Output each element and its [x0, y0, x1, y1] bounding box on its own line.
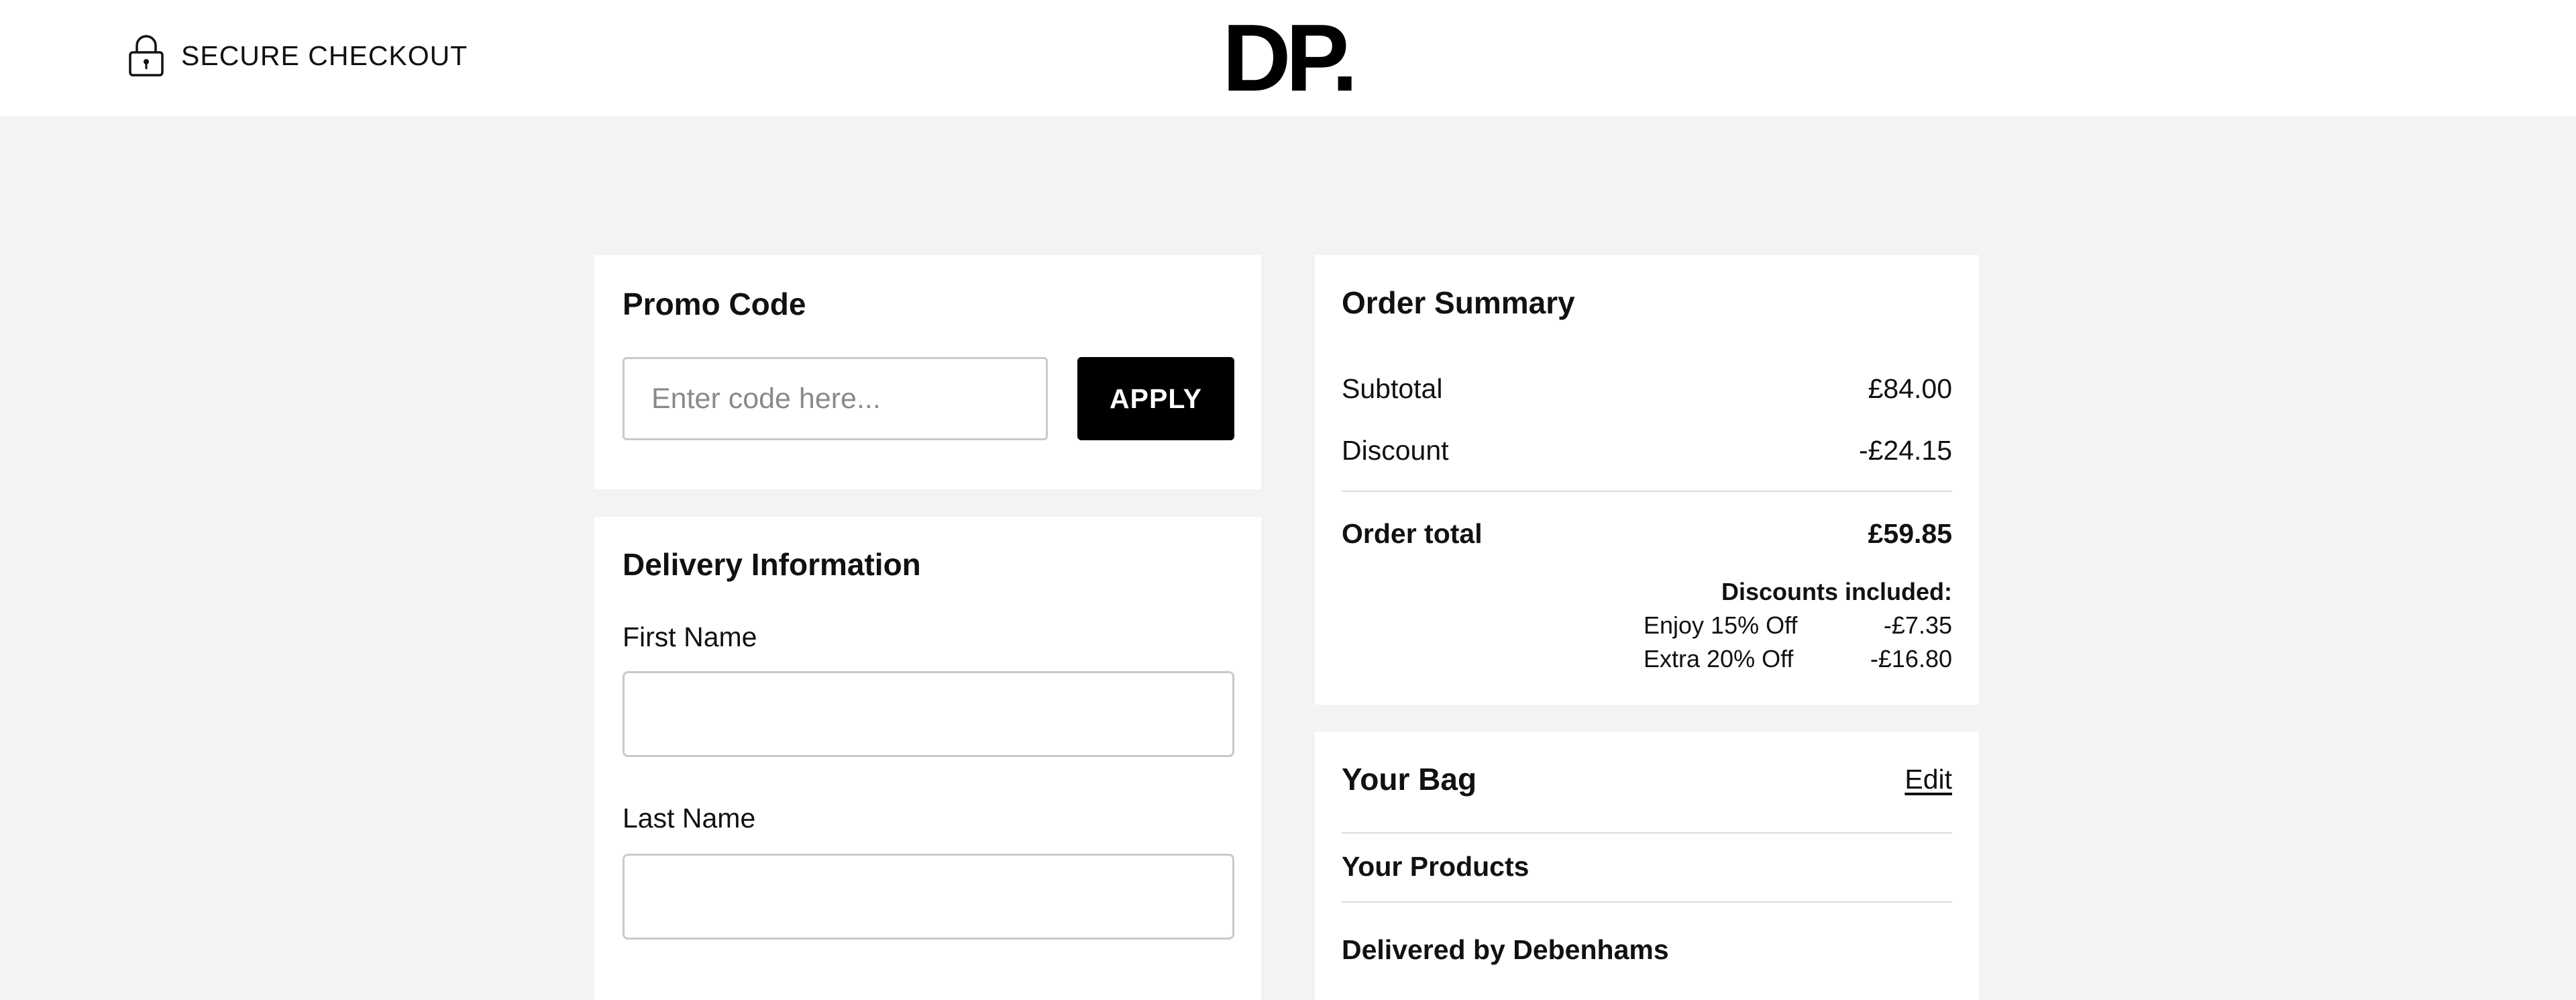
discount-name: Enjoy 15% Off — [1644, 611, 1798, 639]
discount-line: Extra 20% Off -£16.80 — [1644, 645, 1952, 673]
summary-divider — [1342, 491, 1952, 492]
subtotal-value: £84.00 — [1868, 373, 1952, 404]
edit-bag-link[interactable]: Edit — [1904, 764, 1952, 795]
discount-label: Discount — [1342, 435, 1449, 466]
apply-promo-button[interactable]: APPLY — [1077, 357, 1234, 440]
subtotal-label: Subtotal — [1342, 373, 1443, 404]
first-name-label: First Name — [623, 621, 757, 652]
last-name-label: Last Name — [623, 803, 756, 834]
delivery-information-title: Delivery Information — [623, 547, 921, 582]
promo-code-card: Promo Code APPLY — [594, 255, 1261, 489]
your-bag-card: Your Bag Edit Your Products Delivered by… — [1315, 732, 1979, 1000]
order-total-label: Order total — [1342, 518, 1483, 549]
bag-divider — [1342, 901, 1952, 903]
discount-value: -£24.15 — [1858, 435, 1952, 466]
delivered-by-label: Delivered by Debenhams — [1342, 934, 1669, 965]
your-bag-title: Your Bag — [1342, 762, 1477, 797]
your-products-label: Your Products — [1342, 851, 1529, 882]
discount-line: Enjoy 15% Off -£7.35 — [1644, 611, 1952, 640]
secure-checkout-label: SECURE CHECKOUT — [181, 40, 468, 71]
order-total-value: £59.85 — [1868, 518, 1952, 549]
order-total-row: Order total £59.85 — [1342, 518, 1952, 550]
discounts-included-label: Discounts included: — [1721, 578, 1952, 605]
promo-code-input[interactable] — [623, 357, 1048, 440]
secure-checkout-indicator: SECURE CHECKOUT — [127, 34, 468, 78]
first-name-field[interactable] — [623, 671, 1234, 757]
last-name-field[interactable] — [623, 854, 1234, 940]
promo-code-title: Promo Code — [623, 287, 806, 321]
lock-icon — [127, 34, 165, 78]
bag-divider — [1342, 832, 1952, 834]
order-summary-card: Order Summary Subtotal £84.00 Discount -… — [1315, 255, 1979, 705]
discount-amount: -£7.35 — [1883, 611, 1952, 639]
subtotal-row: Subtotal £84.00 — [1342, 373, 1952, 405]
delivery-information-card: Delivery Information First Name Last Nam… — [594, 517, 1261, 1000]
order-summary-title: Order Summary — [1342, 285, 1575, 320]
discount-row: Discount -£24.15 — [1342, 435, 1952, 466]
brand-logo[interactable]: DP. — [1222, 8, 1358, 109]
site-header: SECURE CHECKOUT DP. — [0, 0, 2576, 116]
discount-amount: -£16.80 — [1870, 645, 1952, 672]
discount-name: Extra 20% Off — [1644, 645, 1794, 672]
